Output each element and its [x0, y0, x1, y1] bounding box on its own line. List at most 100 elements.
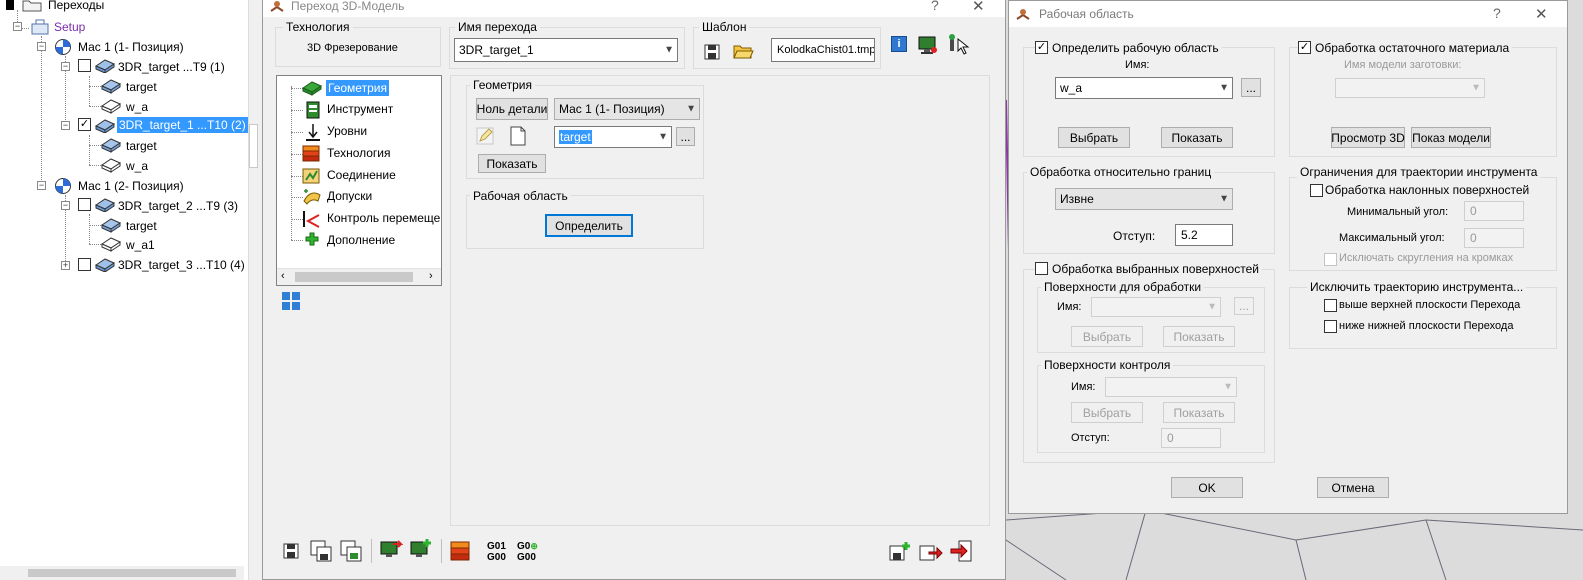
show-button[interactable]: Показать [1161, 127, 1233, 148]
tree-expander[interactable]: + [61, 261, 70, 270]
tree-item-label[interactable]: target [126, 139, 157, 153]
residual-label[interactable]: Обработка остаточного материала [1312, 41, 1513, 55]
grid-view-icon[interactable] [281, 291, 301, 311]
info-icon[interactable]: i [891, 36, 907, 52]
tree-item-label[interactable]: 3DR_target_2 ...T9 (3) [118, 199, 238, 213]
tree-item-label[interactable]: target [126, 80, 157, 94]
tree-item-label[interactable]: w_a1 [126, 238, 155, 252]
save-icon[interactable] [703, 43, 721, 61]
above-checkbox[interactable] [1324, 299, 1337, 312]
tree-item-label[interactable]: Мас 1 (1- Позиция) [78, 40, 184, 54]
edit-pencil-icon[interactable] [475, 126, 495, 146]
define-area-checkbox[interactable]: ✓ [1035, 41, 1048, 54]
surfaces-browse-button[interactable]: ... [1234, 297, 1254, 315]
tree-expander[interactable]: − [37, 42, 46, 51]
section-tolerance[interactable]: Допуски [327, 189, 372, 203]
close-icon[interactable]: ✕ [1535, 5, 1548, 23]
open-folder-icon[interactable] [733, 41, 755, 61]
tree-root-label[interactable]: Переходы [48, 0, 104, 12]
browse-button[interactable]: ... [1241, 78, 1261, 97]
cancel-button[interactable]: Отмена [1317, 477, 1389, 498]
section-addition[interactable]: Дополнение [327, 233, 395, 247]
tree-expander[interactable]: − [13, 22, 22, 31]
selected-surfaces-label[interactable]: Обработка выбранных поверхностей [1049, 262, 1262, 276]
tree-item-label[interactable]: 3DR_target ...T9 (1) [118, 60, 225, 74]
save-all-icon[interactable] [309, 539, 333, 563]
technology-icon[interactable] [449, 539, 473, 563]
selected-surfaces-checkbox[interactable] [1035, 262, 1048, 275]
ctrl-offset-field[interactable]: 0 [1161, 428, 1221, 448]
show-model-button[interactable]: Показ модели [1411, 127, 1491, 148]
close-icon[interactable]: ✕ [972, 0, 985, 15]
part-zero-combo[interactable]: Мас 1 (1- Позиция) ▼ [554, 98, 700, 120]
work-area-combo[interactable]: w_a ▼ [1055, 77, 1233, 99]
inclined-label[interactable]: Обработка наклонных поверхностей [1325, 183, 1529, 197]
define-area-label[interactable]: Определить рабочую область [1049, 41, 1222, 55]
splitter[interactable] [248, 0, 262, 580]
tree-expander[interactable]: − [61, 62, 70, 71]
surfaces-combo[interactable]: ▼ [1091, 297, 1221, 317]
computer-export-icon[interactable] [379, 538, 403, 562]
tree-checkbox[interactable] [78, 59, 91, 72]
tree-item-label[interactable]: 3DR_target_3 ...T10 (4) [118, 258, 245, 272]
above-label[interactable]: выше верхней плоскости Перехода [1339, 299, 1520, 311]
control-show-button[interactable]: Показать [1163, 402, 1235, 423]
tree-checkbox[interactable] [78, 258, 91, 271]
help-button[interactable]: ? [931, 0, 939, 13]
residual-checkbox[interactable]: ✓ [1298, 41, 1311, 54]
exclude-fillets-label[interactable]: Исключать скругления на кромках [1339, 252, 1513, 264]
computer-icon[interactable] [917, 34, 939, 56]
blank-model-combo[interactable]: ▼ [1335, 78, 1485, 98]
help-button[interactable]: ? [1493, 5, 1501, 21]
g-code-g0-g00[interactable]: G0⊕ G00 [517, 541, 545, 565]
section-movement-control[interactable]: Контроль перемеще [327, 211, 440, 225]
operation-name-combo[interactable]: 3DR_target_1 ▼ [454, 38, 678, 62]
tree-expander[interactable]: − [61, 201, 70, 210]
tree-checkbox[interactable] [78, 198, 91, 211]
exit-icon[interactable] [949, 539, 973, 563]
define-button[interactable]: Определить [545, 214, 633, 237]
max-angle-field[interactable]: 0 [1464, 228, 1524, 248]
geometry-show-button[interactable]: Показать [478, 154, 546, 173]
select-button[interactable]: Выбрать [1058, 127, 1130, 148]
section-technology[interactable]: Технология [327, 146, 391, 160]
part-zero-button[interactable]: Ноль детали [476, 98, 548, 120]
splitter-handle[interactable] [249, 124, 258, 168]
section-geometry[interactable]: Геометрия [326, 80, 389, 96]
document-icon[interactable] [508, 125, 528, 147]
section-tool[interactable]: Инструмент [327, 102, 393, 116]
section-levels[interactable]: Уровни [327, 124, 367, 138]
save-as-icon[interactable] [339, 539, 363, 563]
target-browse-button[interactable]: ... [676, 127, 695, 146]
scrollbar-thumb[interactable] [295, 272, 413, 282]
tool-cursor-icon[interactable] [947, 33, 971, 57]
tree-item-label[interactable]: Мас 1 (2- Позиция) [78, 179, 184, 193]
computer-add-icon[interactable] [409, 538, 433, 562]
boundary-combo[interactable]: Извне ▼ [1055, 188, 1233, 210]
dialog-titlebar[interactable]: Рабочая область [1009, 1, 1567, 27]
surfaces-show-button[interactable]: Показать [1163, 326, 1235, 347]
control-combo[interactable]: ▼ [1105, 377, 1237, 397]
chevron-right-icon[interactable]: › [429, 270, 433, 282]
template-field[interactable]: KolodkaChist01.tmpl [771, 38, 875, 62]
tree-item-label[interactable]: w_a [126, 159, 148, 173]
dialog-titlebar[interactable]: Переход 3D-Модель [263, 0, 1005, 17]
below-checkbox[interactable] [1324, 320, 1337, 333]
below-label[interactable]: ниже нижней плоскости Перехода [1339, 320, 1513, 332]
save-icon[interactable] [281, 541, 301, 561]
save-add-icon[interactable] [889, 541, 911, 563]
min-angle-field[interactable]: 0 [1464, 201, 1524, 221]
tree-expander[interactable]: − [37, 181, 46, 190]
ok-button[interactable]: OK [1171, 477, 1243, 498]
tree-item-label[interactable]: target [126, 219, 157, 233]
target-combo[interactable]: target ▼ [554, 126, 672, 148]
chevron-left-icon[interactable]: ‹ [281, 270, 285, 282]
exclude-fillets-checkbox[interactable] [1324, 253, 1337, 266]
tree-item-label[interactable]: w_a [126, 100, 148, 114]
control-select-button[interactable]: Выбрать [1071, 402, 1143, 423]
preview-3d-button[interactable]: Просмотр 3D [1331, 127, 1405, 148]
tree-scrollbar[interactable] [0, 566, 244, 580]
export-arrow-icon[interactable] [919, 541, 943, 563]
g-code-g01-g00[interactable]: G01 G00 [487, 541, 513, 565]
tree-item-label-selected[interactable]: 3DR_target_1 ...T10 (2) [117, 117, 248, 133]
